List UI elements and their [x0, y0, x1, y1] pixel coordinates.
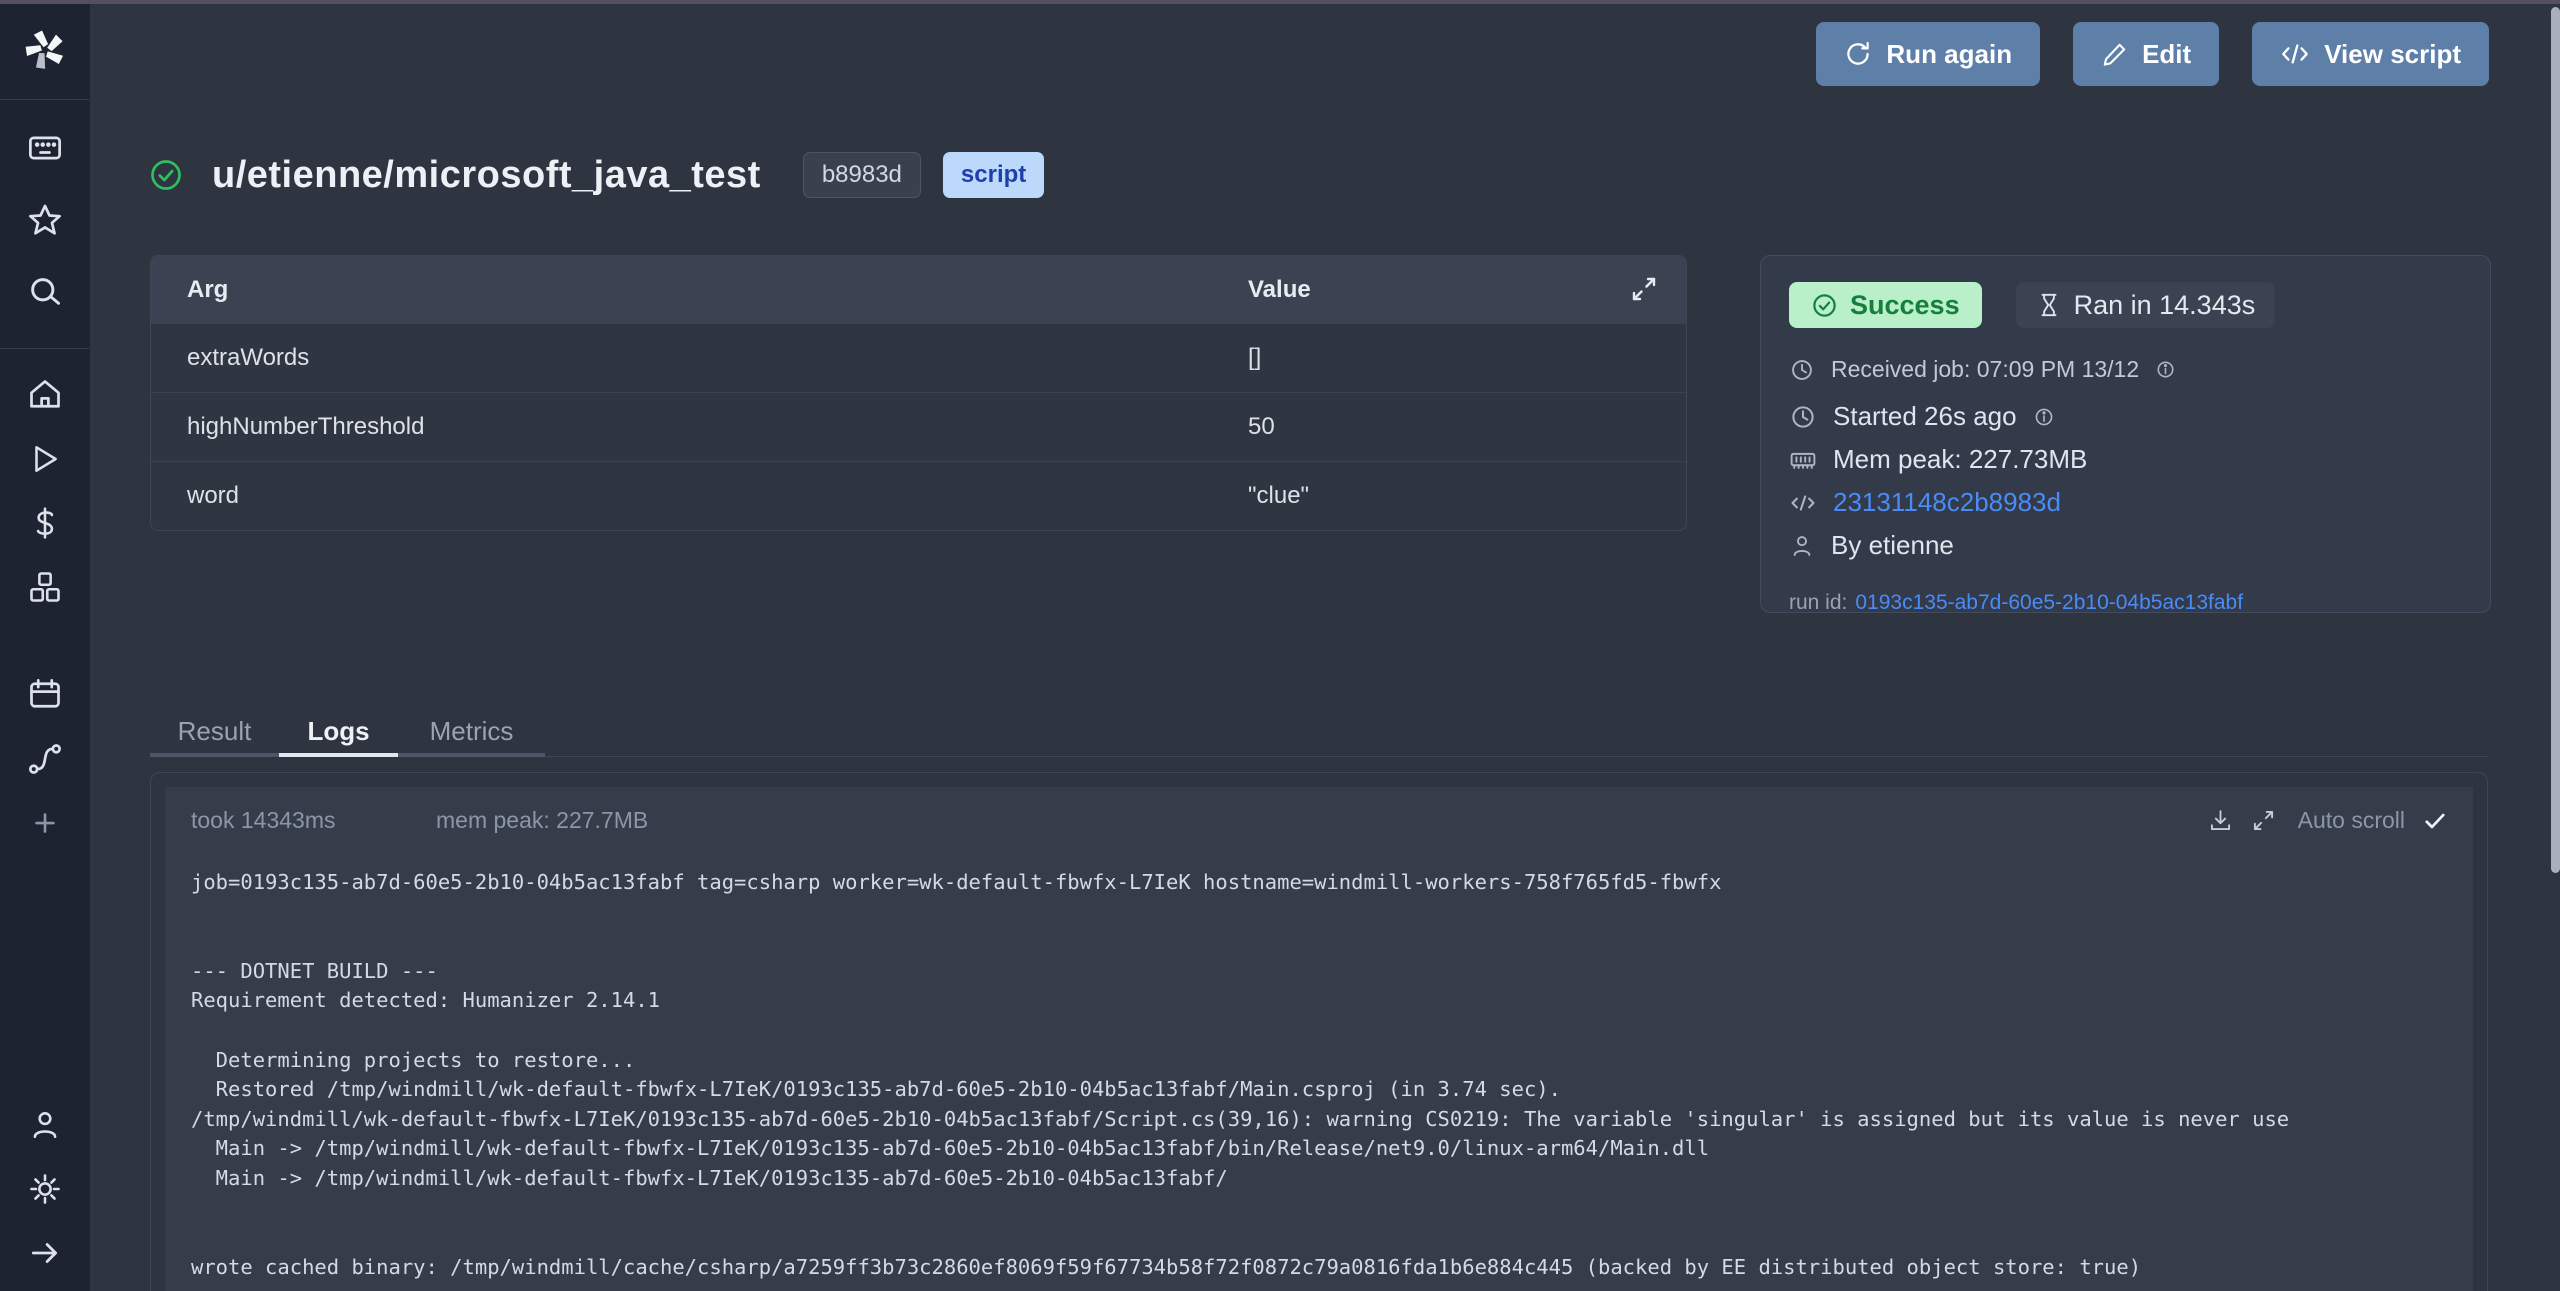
result-tabs: Result Logs Metrics	[150, 710, 2488, 757]
received-row: Received job: 07:09 PM 13/12	[1789, 356, 2462, 383]
tab-result[interactable]: Result	[150, 710, 279, 757]
sidebar-top-group	[0, 100, 90, 349]
started-row: Started 26s ago	[1789, 401, 2462, 432]
table-row: word "clue"	[151, 461, 1686, 530]
windmill-logo[interactable]	[0, 0, 90, 100]
settings-gear-icon[interactable]	[0, 1157, 90, 1221]
check-circle-icon	[1811, 292, 1838, 319]
favorites-icon[interactable]	[0, 184, 90, 256]
received-label: Received job: 07:09 PM 13/12	[1831, 356, 2139, 383]
auto-scroll-checkmark[interactable]	[2423, 809, 2447, 833]
page-scrollbar[interactable]	[2551, 7, 2560, 873]
hourglass-icon	[2036, 292, 2062, 318]
pencil-icon	[2101, 41, 2128, 68]
memory-icon	[1789, 446, 1817, 474]
expand-logs-icon[interactable]	[2251, 808, 2276, 833]
home-icon[interactable]	[0, 363, 90, 427]
view-script-button[interactable]: View script	[2252, 22, 2489, 86]
download-logs-icon[interactable]	[2208, 808, 2233, 833]
add-icon[interactable]	[0, 791, 90, 855]
clock-icon	[1789, 357, 1815, 383]
status-badge: Success	[1789, 282, 1982, 328]
auto-scroll-label[interactable]: Auto scroll	[2298, 807, 2405, 834]
routes-icon[interactable]	[0, 727, 90, 791]
script-hash-row: 23131148c2b8983d	[1789, 487, 2462, 518]
page-title: u/etienne/microsoft_java_test	[212, 154, 761, 197]
log-container: took 14343ms mem peak: 227.7MB Auto scro…	[150, 772, 2488, 1291]
status-label: Success	[1850, 290, 1960, 321]
info-icon[interactable]	[2033, 406, 2055, 428]
table-row: highNumberThreshold 50	[151, 392, 1686, 461]
mem-peak-row: Mem peak: 227.73MB	[1789, 444, 2462, 475]
person-icon	[1789, 533, 1815, 559]
success-check-icon	[148, 157, 184, 193]
arg-name: word	[151, 482, 1248, 510]
run-id-link[interactable]: 0193c135-ab7d-60e5-2b10-04b5ac13fabf	[1855, 591, 2243, 614]
tab-logs[interactable]: Logs	[279, 710, 398, 757]
table-row: extraWords []	[151, 323, 1686, 392]
variables-icon[interactable]	[0, 491, 90, 555]
duration-chip: Ran in 14.343s	[2016, 282, 2276, 328]
arg-value: 50	[1248, 413, 1686, 441]
log-duration: took 14343ms	[191, 807, 436, 834]
runs-icon[interactable]	[0, 427, 90, 491]
tab-metrics[interactable]: Metrics	[398, 710, 545, 757]
sidebar-secondary-group	[0, 663, 90, 855]
arg-value: "clue"	[1248, 482, 1686, 510]
code-icon	[1789, 489, 1817, 517]
run-again-label: Run again	[1886, 39, 2012, 70]
view-script-label: View script	[2324, 39, 2461, 70]
refresh-icon	[1844, 40, 1872, 68]
header: u/etienne/microsoft_java_test b8983d scr…	[148, 152, 1044, 198]
run-id-row: run id: 0193c135-ab7d-60e5-2b10-04b5ac13f…	[1789, 591, 2462, 615]
expand-sidebar-arrow-icon[interactable]	[0, 1221, 90, 1285]
action-toolbar: Run again Edit View script	[1816, 22, 2489, 86]
run-again-button[interactable]: Run again	[1816, 22, 2040, 86]
edit-label: Edit	[2142, 39, 2191, 70]
log-panel: took 14343ms mem peak: 227.7MB Auto scro…	[165, 787, 2473, 1291]
edit-button[interactable]: Edit	[2073, 22, 2219, 86]
script-type-badge: script	[943, 152, 1044, 198]
script-hash-link[interactable]: 23131148c2b8983d	[1833, 487, 2061, 518]
col-header-value: Value	[1248, 276, 1686, 304]
arg-value: []	[1248, 344, 1686, 372]
author-label: By etienne	[1831, 530, 1954, 561]
sidebar-main-group	[0, 349, 90, 619]
resources-icon[interactable]	[0, 555, 90, 619]
clock-icon	[1789, 403, 1817, 431]
duration-label: Ran in 14.343s	[2074, 290, 2256, 321]
schedules-icon[interactable]	[0, 663, 90, 727]
windmill-logo-icon	[23, 28, 67, 72]
log-text: job=0193c135-ab7d-60e5-2b10-04b5ac13fabf…	[191, 868, 2447, 1282]
col-header-arg: Arg	[151, 276, 1248, 304]
job-info-panel: Success Ran in 14.343s Received job: 07:…	[1760, 255, 2491, 613]
arg-name: extraWords	[151, 344, 1248, 372]
args-table-header: Arg Value	[151, 256, 1686, 323]
log-header: took 14343ms mem peak: 227.7MB Auto scro…	[191, 807, 2447, 834]
top-border	[0, 0, 2560, 4]
code-icon	[2280, 39, 2310, 69]
arg-name: highNumberThreshold	[151, 413, 1248, 441]
started-label: Started 26s ago	[1833, 401, 2017, 432]
commit-hash-badge: b8983d	[803, 152, 921, 198]
sidebar-bottom-group	[0, 1093, 90, 1291]
log-mem-peak: mem peak: 227.7MB	[436, 807, 648, 834]
run-id-label: run id:	[1789, 591, 1847, 614]
search-icon[interactable]	[0, 256, 90, 328]
sidebar	[0, 0, 90, 1291]
author-row: By etienne	[1789, 530, 2462, 561]
workspace-panel-icon[interactable]	[0, 112, 90, 184]
info-icon[interactable]	[2155, 359, 2176, 380]
user-icon[interactable]	[0, 1093, 90, 1157]
mem-peak-label: Mem peak: 227.73MB	[1833, 444, 2087, 475]
args-table: Arg Value extraWords [] highNumberThresh…	[150, 255, 1687, 531]
expand-args-icon[interactable]	[1628, 273, 1660, 305]
